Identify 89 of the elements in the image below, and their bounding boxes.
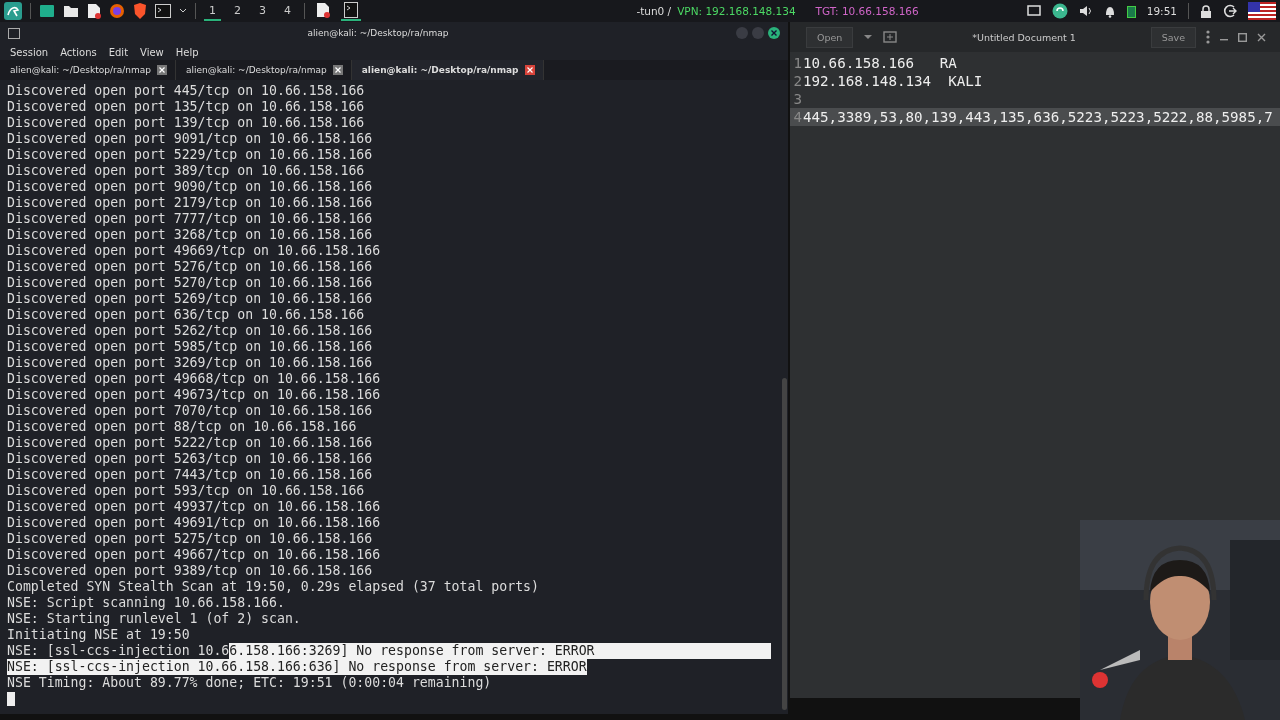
terminal-line: Discovered open port 5269/tcp on 10.66.158.166 xyxy=(7,291,373,307)
terminal-line: Discovered open port 7443/tcp on 10.66.158.166 xyxy=(7,467,373,483)
bell-icon[interactable] xyxy=(1103,4,1116,18)
terminal-line: NSE Timing: About 89.77% done; ETC: 19:51 (0:00:04 remaining) xyxy=(7,675,492,691)
screen-icon[interactable] xyxy=(1026,5,1041,17)
menu-item[interactable]: Actions xyxy=(60,46,97,58)
terminal-line: Discovered open port 2179/tcp on 10.66.158.166 xyxy=(7,195,373,211)
window-title: alien@kali: ~/Desktop/ra/nmap xyxy=(306,28,450,38)
terminal-line: Discovered open port 445/tcp on 10.66.158.166 xyxy=(7,83,365,99)
selected-text: 6.158.166:3269] No response from server: ERROR xyxy=(229,643,771,659)
code-line: 10.66.158.166 RA xyxy=(802,54,957,72)
menu-item[interactable]: View xyxy=(140,46,164,58)
terminal-line: Discovered open port 135/tcp on 10.66.158.166 xyxy=(7,99,365,115)
terminal-line: Discovered open port 5229/tcp on 10.66.158.166 xyxy=(7,147,373,163)
terminal-line: Discovered open port 9090/tcp on 10.66.158.166 xyxy=(7,179,373,195)
monitor-icon[interactable] xyxy=(39,4,55,18)
terminal-line: Discovered open port 88/tcp on 10.66.158.166 xyxy=(7,419,357,435)
terminal-line: Discovered open port 5275/tcp on 10.66.158.166 xyxy=(7,531,373,547)
menu-item[interactable]: Help xyxy=(175,46,199,58)
flag-icon[interactable] xyxy=(1248,2,1276,20)
line-number: 2 xyxy=(792,72,802,90)
logout-icon[interactable] xyxy=(1223,4,1237,18)
document-icon[interactable] xyxy=(87,3,101,19)
terminal-line: Discovered open port 49669/tcp on 10.66.158.166 xyxy=(7,243,381,259)
open-button[interactable]: Open xyxy=(806,26,854,48)
terminal-line: Discovered open port 5262/tcp on 10.66.158.166 xyxy=(7,323,373,339)
workspace-button[interactable]: 3 xyxy=(254,1,271,21)
tab-close-icon[interactable] xyxy=(156,65,167,75)
terminal-icon xyxy=(8,27,20,39)
close-icon[interactable] xyxy=(768,27,780,39)
workspace-button[interactable]: 2 xyxy=(229,1,246,21)
terminal-line: Discovered open port 5263/tcp on 10.66.158.166 xyxy=(7,451,373,467)
terminal-tab[interactable]: alien@kali: ~/Desktop/ra/nmap xyxy=(175,60,352,80)
terminal-line: Discovered open port 5985/tcp on 10.66.158.166 xyxy=(7,339,373,355)
code-line: 445,3389,53,80,139,443,135,636,5223,5223,5222,88,5985,7 xyxy=(802,108,1273,126)
terminal-line: Discovered open port 3268/tcp on 10.66.158.166 xyxy=(7,227,373,243)
document-title: *Untitled Document 1 xyxy=(971,31,1077,43)
tab-close-icon[interactable] xyxy=(332,65,343,75)
terminal-tab[interactable]: alien@kali: ~/Desktop/ra/nmap xyxy=(0,60,176,80)
terminal-line: Discovered open port 7070/tcp on 10.66.158.166 xyxy=(7,403,373,419)
terminal-line: Discovered open port 389/tcp on 10.66.158.166 xyxy=(7,163,365,179)
terminal-line: Discovered open port 9389/tcp on 10.66.158.166 xyxy=(7,563,373,579)
line-number: 1 xyxy=(792,54,802,72)
workspace-button[interactable]: 1 xyxy=(204,1,221,21)
menu-item[interactable]: Edit xyxy=(108,46,129,58)
terminal-line: Discovered open port 3269/tcp on 10.66.158.166 xyxy=(7,355,373,371)
battery-icon[interactable] xyxy=(1126,4,1136,18)
terminal-line: Discovered open port 5276/tcp on 10.66.158.166 xyxy=(7,259,373,275)
terminal-line: Initiating NSE at 19:50 xyxy=(7,627,190,643)
close-icon[interactable] xyxy=(1257,32,1266,42)
target-address: TGT: 10.66.158.166 xyxy=(815,5,919,17)
terminal-line: Completed SYN Stealth Scan at 19:50, 0.29s elapsed (37 total ports) xyxy=(7,579,539,595)
terminal-line: Discovered open port 593/tcp on 10.66.158.166 xyxy=(7,483,365,499)
taskbar-button[interactable] xyxy=(341,1,361,21)
terminal-line: Discovered open port 49937/tcp on 10.66.158.166 xyxy=(7,499,381,515)
terminal-line: Discovered open port 5270/tcp on 10.66.158.166 xyxy=(7,275,373,291)
interface-label: -tun0 / xyxy=(636,5,672,17)
volume-icon[interactable] xyxy=(1078,5,1093,17)
terminal-line: Discovered open port 139/tcp on 10.66.158.166 xyxy=(7,115,365,131)
maximize-icon[interactable] xyxy=(1238,32,1247,42)
save-button[interactable]: Save xyxy=(1150,26,1196,48)
terminal-line: Discovered open port 9091/tcp on 10.66.158.166 xyxy=(7,131,373,147)
more-options-icon[interactable] xyxy=(1206,30,1210,44)
terminal-line: Discovered open port 7777/tcp on 10.66.158.166 xyxy=(7,211,373,227)
menu-item[interactable]: Session xyxy=(10,46,49,58)
line-number: 3 xyxy=(792,90,802,108)
new-tab-icon[interactable] xyxy=(883,31,898,43)
terminal-line: Discovered open port 49691/tcp on 10.66.158.166 xyxy=(7,515,381,531)
text-cursor xyxy=(7,692,15,706)
line-number: 4 xyxy=(792,108,802,126)
terminal-tab[interactable]: alien@kali: ~/Desktop/ra/nmap xyxy=(351,60,544,80)
selected-text: NSE: [ssl-ccs-injection 10.66.158.166:636] No response from server: ERROR xyxy=(7,659,587,675)
folder-icon[interactable] xyxy=(63,4,79,18)
terminal-line: Discovered open port 636/tcp on 10.66.158.166 xyxy=(7,307,365,323)
workspace-button[interactable]: 4 xyxy=(279,1,296,21)
terminal-line: Discovered open port 49673/tcp on 10.66.158.166 xyxy=(7,387,381,403)
clock[interactable]: 19:51 xyxy=(1146,5,1177,17)
lock-icon[interactable] xyxy=(1200,4,1212,18)
terminal-line: Discovered open port 49668/tcp on 10.66.158.166 xyxy=(7,371,381,387)
code-line: 192.168.148.134 KALI xyxy=(802,72,983,90)
terminal-icon[interactable] xyxy=(155,4,171,18)
vpn-address: VPN: 192.168.148.134 xyxy=(677,5,796,17)
caret-icon[interactable] xyxy=(179,8,187,14)
terminal-line: NSE: Script scanning 10.66.158.166. xyxy=(7,595,285,611)
terminal-line: Discovered open port 5222/tcp on 10.66.158.166 xyxy=(7,435,373,451)
terminal-line: Discovered open port 49667/tcp on 10.66.158.166 xyxy=(7,547,381,563)
terminal-line: NSE: Starting runlevel 1 (of 2) scan. xyxy=(7,611,301,627)
terminal-line: NSE: [ssl-ccs-injection 10.6 xyxy=(7,643,230,659)
tab-close-icon[interactable] xyxy=(524,65,535,75)
